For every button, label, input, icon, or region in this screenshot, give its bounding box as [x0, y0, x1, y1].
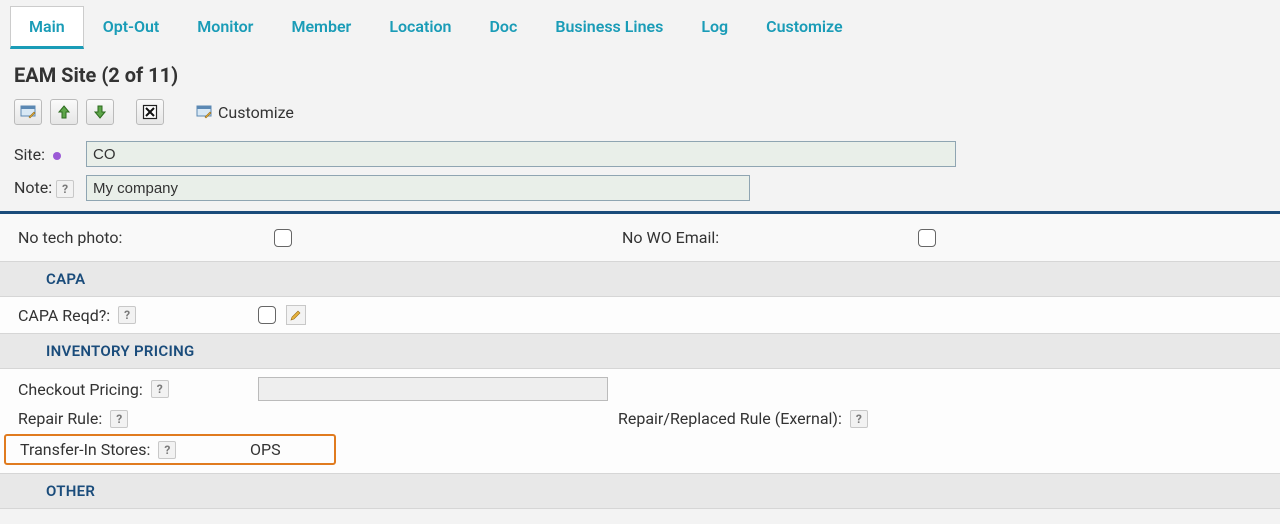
transfer-in-stores-highlight: Transfer-In Stores: ? OPS	[4, 434, 336, 465]
repair-rule-help-icon[interactable]: ?	[110, 410, 128, 428]
repair-replaced-rule-help-icon[interactable]: ?	[850, 410, 868, 428]
note-label: Note: ?	[14, 178, 78, 198]
repair-rule-label: Repair Rule:	[18, 409, 102, 428]
tab-main[interactable]: Main	[10, 6, 84, 49]
toolbar-customize-button[interactable]: Customize	[186, 100, 304, 125]
check-row: No tech photo: No WO Email:	[0, 214, 1280, 261]
checkout-pricing-help-icon[interactable]: ?	[151, 380, 169, 398]
section-inventory-header: INVENTORY PRICING	[0, 333, 1280, 369]
toolbar-edit-icon[interactable]	[14, 99, 42, 125]
tab-doc[interactable]: Doc	[470, 6, 536, 49]
site-label: Site:	[14, 145, 78, 164]
repair-replaced-rule-label: Repair/Replaced Rule (Exernal):	[618, 409, 842, 428]
section-other-header: OTHER	[0, 473, 1280, 509]
capa-reqd-edit-icon[interactable]	[286, 305, 306, 325]
no-tech-photo-label: No tech photo:	[18, 228, 122, 247]
transfer-in-stores-value: OPS	[250, 440, 281, 459]
tab-monitor[interactable]: Monitor	[178, 6, 272, 49]
section-capa-body: CAPA Reqd?: ?	[0, 297, 1280, 333]
no-wo-email-label: No WO Email:	[622, 228, 719, 247]
toolbar-up-arrow-icon[interactable]	[50, 99, 78, 125]
toolbar: Customize	[0, 95, 1280, 137]
note-help-icon[interactable]: ?	[56, 180, 74, 198]
capa-reqd-label: CAPA Reqd?:	[18, 306, 110, 325]
section-capa-header: CAPA	[0, 261, 1280, 297]
tab-location[interactable]: Location	[370, 6, 470, 49]
toolbar-delete-icon[interactable]	[136, 99, 164, 125]
no-tech-photo-checkbox[interactable]	[274, 229, 292, 247]
site-row: Site:	[0, 137, 1280, 171]
note-input[interactable]	[86, 175, 750, 201]
section-inventory-body: Checkout Pricing: ? Repair Rule: ? Repai…	[0, 369, 1280, 473]
site-input[interactable]	[86, 141, 956, 167]
tab-customize[interactable]: Customize	[747, 6, 861, 49]
tab-log[interactable]: Log	[682, 6, 747, 49]
required-dot-icon	[53, 152, 61, 160]
checkout-pricing-input[interactable]	[258, 377, 608, 401]
capa-reqd-help-icon[interactable]: ?	[118, 306, 136, 324]
no-wo-email-checkbox[interactable]	[918, 229, 936, 247]
tab-opt-out[interactable]: Opt-Out	[84, 6, 179, 49]
capa-reqd-checkbox[interactable]	[258, 306, 276, 324]
toolbar-down-arrow-icon[interactable]	[86, 99, 114, 125]
tab-bar: Main Opt-Out Monitor Member Location Doc…	[0, 0, 1280, 49]
tab-member[interactable]: Member	[272, 6, 370, 49]
tab-business-lines[interactable]: Business Lines	[536, 6, 682, 49]
page-title: EAM Site (2 of 11)	[0, 49, 1280, 95]
checkout-pricing-label: Checkout Pricing:	[18, 380, 143, 399]
customize-label: Customize	[218, 103, 294, 122]
note-row: Note: ?	[0, 171, 1280, 205]
customize-icon	[196, 104, 212, 120]
transfer-in-stores-help-icon[interactable]: ?	[158, 441, 176, 459]
transfer-in-stores-label: Transfer-In Stores:	[20, 440, 150, 459]
